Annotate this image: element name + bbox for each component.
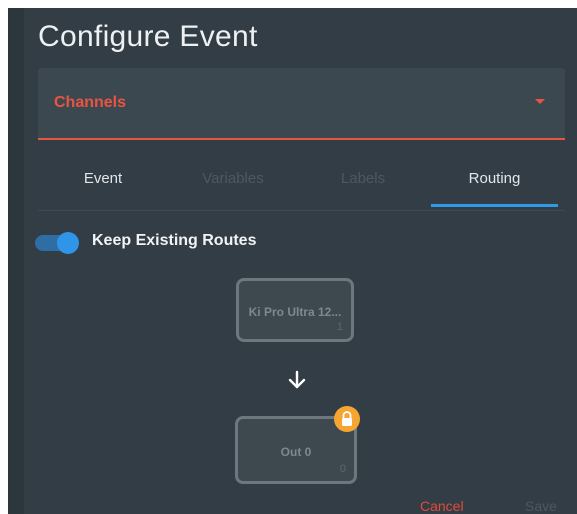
dialog-title: Configure Event xyxy=(38,20,258,53)
event-type-select-value: Channels xyxy=(54,94,127,111)
tab-labels-label: Labels xyxy=(340,170,386,187)
tab-routing[interactable]: Routing xyxy=(431,158,558,208)
lock-icon[interactable] xyxy=(334,406,360,432)
source-node-name: Ki Pro Ultra 12... xyxy=(248,305,342,319)
event-type-select[interactable]: Channels xyxy=(38,68,565,140)
tab-variables[interactable]: Variables xyxy=(168,158,298,208)
tab-labels[interactable]: Labels xyxy=(298,158,428,208)
tab-routing-label: Routing xyxy=(468,170,521,187)
tab-bar: Event Variables Labels Routing xyxy=(38,158,565,211)
cancel-button[interactable]: Cancel xyxy=(420,498,464,514)
source-node-port: 1 xyxy=(336,321,343,333)
lock-glyph xyxy=(342,411,352,426)
select-underline xyxy=(38,138,565,140)
destination-node-port: 0 xyxy=(339,463,346,475)
toggle-thumb[interactable] xyxy=(57,232,79,254)
active-tab-indicator xyxy=(431,204,558,207)
keep-existing-routes-toggle[interactable] xyxy=(35,232,81,254)
source-node[interactable]: Ki Pro Ultra 12... 1 xyxy=(236,278,354,342)
tab-variables-label: Variables xyxy=(202,170,264,187)
keep-existing-routes-label: Keep Existing Routes xyxy=(92,232,257,249)
tab-event-label: Event xyxy=(83,170,123,187)
caret-down-icon[interactable] xyxy=(535,99,545,104)
save-button[interactable]: Save xyxy=(525,498,557,514)
dialog-left-edge xyxy=(8,8,24,514)
destination-node-name: Out 0 xyxy=(280,445,312,459)
tab-event[interactable]: Event xyxy=(38,158,168,208)
arrow-down-icon xyxy=(288,370,306,389)
